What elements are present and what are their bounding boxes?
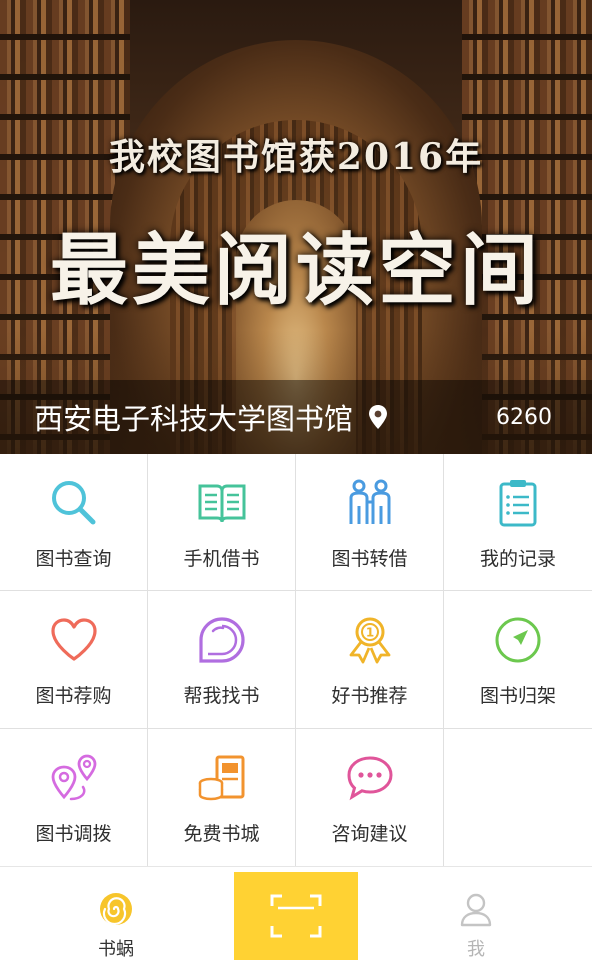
feature-my-records[interactable]: 我的记录 [444,454,592,592]
feature-label: 图书转借 [331,548,408,570]
chat-bubble-icon [346,756,393,800]
heart-icon [50,618,97,661]
round-tag-icon [198,617,245,663]
banner-subtitle: 我校图书馆获2016年 [108,136,484,178]
tab-label: 书蜗 [98,939,134,960]
feature-label: 好书推荐 [331,685,408,708]
feature-label: 免费书城 [183,822,260,845]
tab-label: 我 [467,939,485,960]
feature-label: 图书荐购 [35,685,112,708]
two-people-icon [349,479,390,524]
banner-headline: 最美阅读空间 [49,225,542,316]
feature-book-allocation[interactable]: 图书调拨 [0,728,148,866]
feature-label: 图书调拨 [35,822,112,845]
clipboard-icon [499,480,537,527]
feature-consult-suggest[interactable]: 咨询建议 [296,728,444,866]
scan-button[interactable] [234,872,358,960]
feature-label: 我的记录 [479,548,556,570]
feature-book-recommend-purchase[interactable]: 图书荐购 [0,591,148,729]
tab-book-snail[interactable]: 书蜗 [42,867,190,960]
hero-banner[interactable]: 我校图书馆获2016年 最美阅读空间 西安电子科技大学图书馆 6260 [0,0,592,454]
feature-good-book-recommend[interactable]: 1 好书推荐 [296,591,444,729]
user-icon [460,893,492,927]
map-pins-icon [51,754,96,800]
book-coins-icon [198,755,244,800]
scan-frame-icon [270,894,322,938]
feature-label: 手机借书 [183,548,260,570]
feature-label: 图书归架 [479,685,556,708]
snail-icon [100,893,132,926]
feature-empty-slot [444,728,592,866]
tab-me[interactable]: 我 [402,867,550,960]
feature-label: 帮我找书 [183,685,260,708]
search-icon [51,481,95,525]
location-pin-icon[interactable] [367,404,389,430]
feature-book-transfer[interactable]: 图书转借 [296,454,444,592]
feature-book-search[interactable]: 图书查询 [0,454,148,592]
feature-book-return-shelf[interactable]: 图书归架 [444,591,592,729]
feature-free-bookstore[interactable]: 免费书城 [148,728,296,866]
svg-text:1: 1 [365,626,373,640]
feature-grid: 图书查询 手机借书 图书转借 我的记录 图书荐购 帮我找书 1 好书推荐 图书归… [0,454,592,866]
feature-label: 图书查询 [35,548,112,570]
library-name: 西安电子科技大学图书馆 [34,402,354,436]
compass-arrow-icon [495,617,541,663]
open-book-icon [198,484,245,523]
feature-label: 咨询建议 [331,822,408,845]
library-info-bar: 西安电子科技大学图书馆 6260 [0,380,592,454]
medal-icon: 1 [349,617,390,664]
visit-count: 6260 [496,404,552,430]
feature-find-book[interactable]: 帮我找书 [148,591,296,729]
feature-mobile-borrow[interactable]: 手机借书 [148,454,296,592]
